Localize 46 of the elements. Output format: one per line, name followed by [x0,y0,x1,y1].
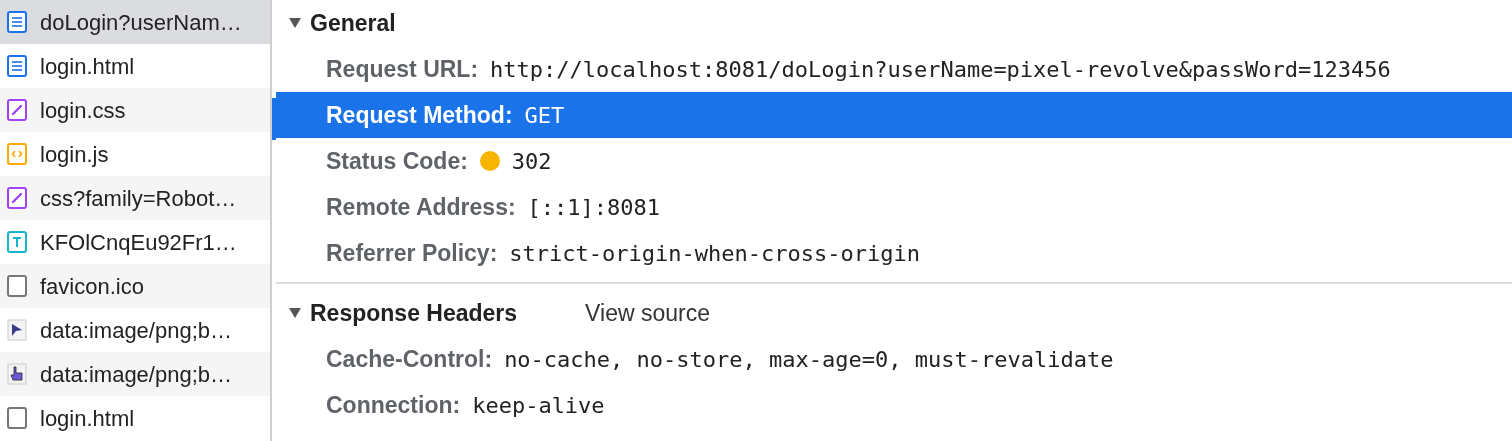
header-row[interactable]: Request Method: GET [276,92,1512,138]
pen-icon [6,186,28,210]
file-name: data:image/png;b… [40,316,233,345]
file-name: doLogin?userNam… [40,8,242,37]
file-list-item[interactable]: login.css [0,88,270,132]
header-name: Request Method: [326,100,513,130]
header-name: Remote Address: [326,192,516,222]
collapse-triangle-icon[interactable] [288,307,302,319]
file-name: login.html [40,52,135,81]
pen-icon [6,98,28,122]
header-name: Cache-Control: [326,344,493,374]
font-icon [6,230,28,254]
file-name: login.js [40,140,109,169]
document-icon [6,54,28,78]
header-value: http://localhost:8081/doLogin?userName=pixel-revolve&passWord=123456 [490,55,1391,84]
header-value: [::1]:8081 [527,193,661,222]
file-name: favicon.ico [40,272,144,301]
header-name: Request URL: [326,54,479,84]
file-list-item[interactable]: doLogin?userNam… [0,0,270,44]
scrollbar-thumb[interactable] [272,98,276,140]
header-value: strict-origin-when-cross-origin [509,239,920,268]
blank-file-icon [6,406,28,430]
header-value: no-cache, no-store, max-age=0, must-revalidate [504,345,1114,374]
hand-cursor-icon [6,362,28,386]
header-name: Referrer Policy: [326,238,498,268]
collapse-triangle-icon[interactable] [288,17,302,29]
header-value: GET [524,101,565,130]
file-name: KFOlCnqEu92Fr1… [40,228,237,257]
file-name: login.html [40,404,135,433]
file-list-item[interactable]: favicon.ico [0,264,270,308]
file-list-item[interactable]: css?family=Robot… [0,176,270,220]
header-name: Status Code: [326,146,468,176]
code-icon [6,142,28,166]
section-title[interactable]: General [310,5,396,41]
blank-file-icon [6,274,28,298]
file-name: css?family=Robot… [40,184,237,213]
file-name: login.css [40,96,126,125]
document-icon [6,10,28,34]
header-value: keep-alive [472,391,605,420]
view-source-link[interactable]: View source [585,295,710,331]
cursor-icon [6,318,28,342]
file-name: data:image/png;b… [40,360,233,389]
section-title[interactable]: Response Headers [310,295,518,331]
header-name: Connection: [326,390,461,420]
header-value: 302 [511,147,552,176]
file-list-item[interactable]: data:image/png;b… [0,352,270,396]
